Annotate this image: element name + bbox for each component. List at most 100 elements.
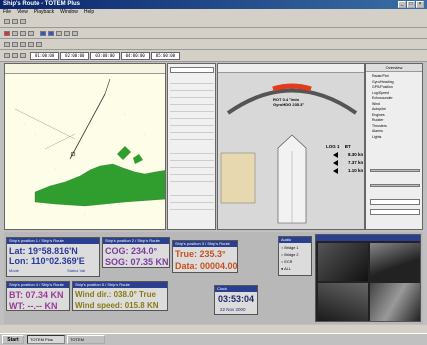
- pointer-icon[interactable]: [4, 42, 10, 47]
- close-button[interactable]: ×: [416, 1, 424, 8]
- conning-header: [218, 64, 364, 73]
- data-row: [170, 177, 214, 182]
- taskbar-task[interactable]: TOTEM: [67, 335, 105, 344]
- bt-value: BT: 07.34 KN: [9, 290, 64, 300]
- menu-file[interactable]: File: [3, 9, 11, 16]
- pause-icon[interactable]: [20, 31, 26, 36]
- data-row: [170, 114, 214, 119]
- taskbar-task[interactable]: TOTEM Plus: [27, 335, 65, 344]
- lon-row: Lon: 110°02.369'E: [9, 256, 85, 266]
- timeline-cell[interactable]: 04:00:00: [120, 52, 150, 60]
- menu-playback[interactable]: Playback: [34, 9, 54, 16]
- chart-data-panel: [167, 63, 216, 230]
- data-value: Data: 00004.00: [175, 261, 238, 271]
- cog-window-title: Ship's position 2 / Ship's Route: [103, 238, 169, 244]
- camera-feed[interactable]: [318, 243, 368, 281]
- timeline-cell[interactable]: 05:00:00: [150, 52, 181, 60]
- next-icon[interactable]: [12, 53, 18, 58]
- save-icon[interactable]: [20, 19, 26, 24]
- overview-title: Overview: [366, 64, 422, 72]
- log-header: LOG 1 BT: [326, 144, 351, 149]
- route-line: [104, 78, 111, 95]
- slider-track[interactable]: [370, 184, 420, 187]
- speed-arrow-icon: [333, 168, 338, 174]
- menu-window[interactable]: Window: [60, 9, 78, 16]
- audio-option[interactable]: ○ ECR: [281, 259, 309, 266]
- data-row: [170, 170, 214, 175]
- lat-value: 19°58.816'N: [28, 246, 78, 256]
- toolbar-main: [0, 16, 427, 28]
- data-row: [170, 198, 214, 203]
- window-title: Ship's Route - TOTEM Plus: [3, 1, 80, 7]
- route-line: [69, 93, 106, 160]
- camera-icon[interactable]: [64, 31, 70, 36]
- measure-icon[interactable]: [28, 42, 34, 47]
- status-bar: [0, 325, 427, 333]
- camera-feed[interactable]: [370, 243, 420, 281]
- audio-option-label: Bridge 2: [284, 253, 299, 257]
- data-row: [170, 86, 214, 91]
- wind-window[interactable]: Ship's position 5 / Ship's Route Wind di…: [72, 281, 168, 311]
- toolbar-playback: [0, 28, 427, 39]
- electronic-chart-display[interactable]: [4, 63, 166, 230]
- mode-select[interactable]: [170, 67, 214, 73]
- minimize-button[interactable]: _: [398, 1, 406, 8]
- overview-item[interactable]: Lights: [372, 135, 420, 141]
- speed-window[interactable]: Ship's position 4 / Ship's Route BT: 07.…: [6, 281, 70, 311]
- speed-1: 8.30 kn: [348, 152, 364, 157]
- menu-view[interactable]: View: [17, 9, 28, 16]
- video-window-title: [316, 235, 420, 241]
- prev-icon[interactable]: [4, 53, 10, 58]
- loop-icon[interactable]: [20, 53, 26, 58]
- gyro-readout: GyroHDG 235.3°: [273, 102, 304, 107]
- marker-icon[interactable]: [20, 42, 26, 47]
- position-window[interactable]: Ship's position 1 / Ship's Route Lat: 19…: [6, 237, 100, 277]
- value-field[interactable]: [370, 209, 420, 215]
- open-icon[interactable]: [12, 19, 18, 24]
- depth-graph: [220, 152, 256, 204]
- cog-sog-window[interactable]: Ship's position 2 / Ship's Route COG: 23…: [102, 237, 170, 268]
- clock-window[interactable]: Clock 03:53:04 22 Nov 2000: [214, 285, 258, 315]
- camera-feed[interactable]: [370, 283, 420, 321]
- value-field[interactable]: [370, 199, 420, 205]
- stop-icon[interactable]: [28, 31, 34, 36]
- timeline-cell[interactable]: 03:00:00: [90, 52, 120, 60]
- video-window[interactable]: [315, 234, 421, 322]
- zoom-icon[interactable]: [56, 31, 62, 36]
- start-button[interactable]: Start: [2, 335, 24, 344]
- conning-display[interactable]: ROT 0.4 °/min GyroHDG 235.3° LOG 1 BT 8.…: [217, 63, 365, 230]
- data-row: [170, 100, 214, 105]
- sog-value: SOG: 07.35 KN: [105, 257, 169, 267]
- forward-icon[interactable]: [48, 31, 54, 36]
- lon-label: Lon:: [9, 256, 29, 266]
- slider-track[interactable]: [370, 169, 420, 172]
- play-icon[interactable]: [12, 31, 18, 36]
- window-title-bar: Ship's Route - TOTEM Plus: [0, 0, 427, 9]
- rewind-icon[interactable]: [40, 31, 46, 36]
- audio-option-label: ECR: [284, 260, 293, 264]
- overview-panel: Overview Radar/Plot Gyro/Heading GPS/Pos…: [365, 63, 423, 230]
- timeline-cell[interactable]: 02:00:00: [60, 52, 90, 60]
- camera-feed[interactable]: [318, 283, 368, 321]
- audio-window[interactable]: Audio ○ Bridge 1 ○ Bridge 2 ○ ECR ● ALL: [278, 236, 312, 276]
- speed-3: 1.10 kn: [348, 168, 364, 173]
- timeline-bar[interactable]: 01:00:00 02:00:00 03:00:00 04:00:00 05:0…: [30, 52, 181, 60]
- hand-icon[interactable]: [12, 42, 18, 47]
- grid-icon[interactable]: [36, 42, 42, 47]
- data-row: [170, 121, 214, 126]
- bt-label: BT: [344, 144, 351, 149]
- chart-map: [14, 78, 165, 215]
- audio-option[interactable]: ● ALL: [281, 266, 309, 273]
- timeline-cell[interactable]: 01:00:00: [30, 52, 60, 60]
- data-row: [170, 191, 214, 196]
- data-row: [170, 156, 214, 161]
- data-row: [170, 205, 214, 210]
- record-icon[interactable]: [4, 31, 10, 36]
- maximize-button[interactable]: □: [407, 1, 415, 8]
- menu-help[interactable]: Help: [84, 9, 94, 16]
- new-icon[interactable]: [4, 19, 10, 24]
- heading-window[interactable]: Ship's position 3 / Ship's Route True: 2…: [172, 240, 238, 273]
- audio-option[interactable]: ○ Bridge 2: [281, 252, 309, 259]
- audio-option[interactable]: ○ Bridge 1: [281, 245, 309, 252]
- settings-icon[interactable]: [72, 31, 78, 36]
